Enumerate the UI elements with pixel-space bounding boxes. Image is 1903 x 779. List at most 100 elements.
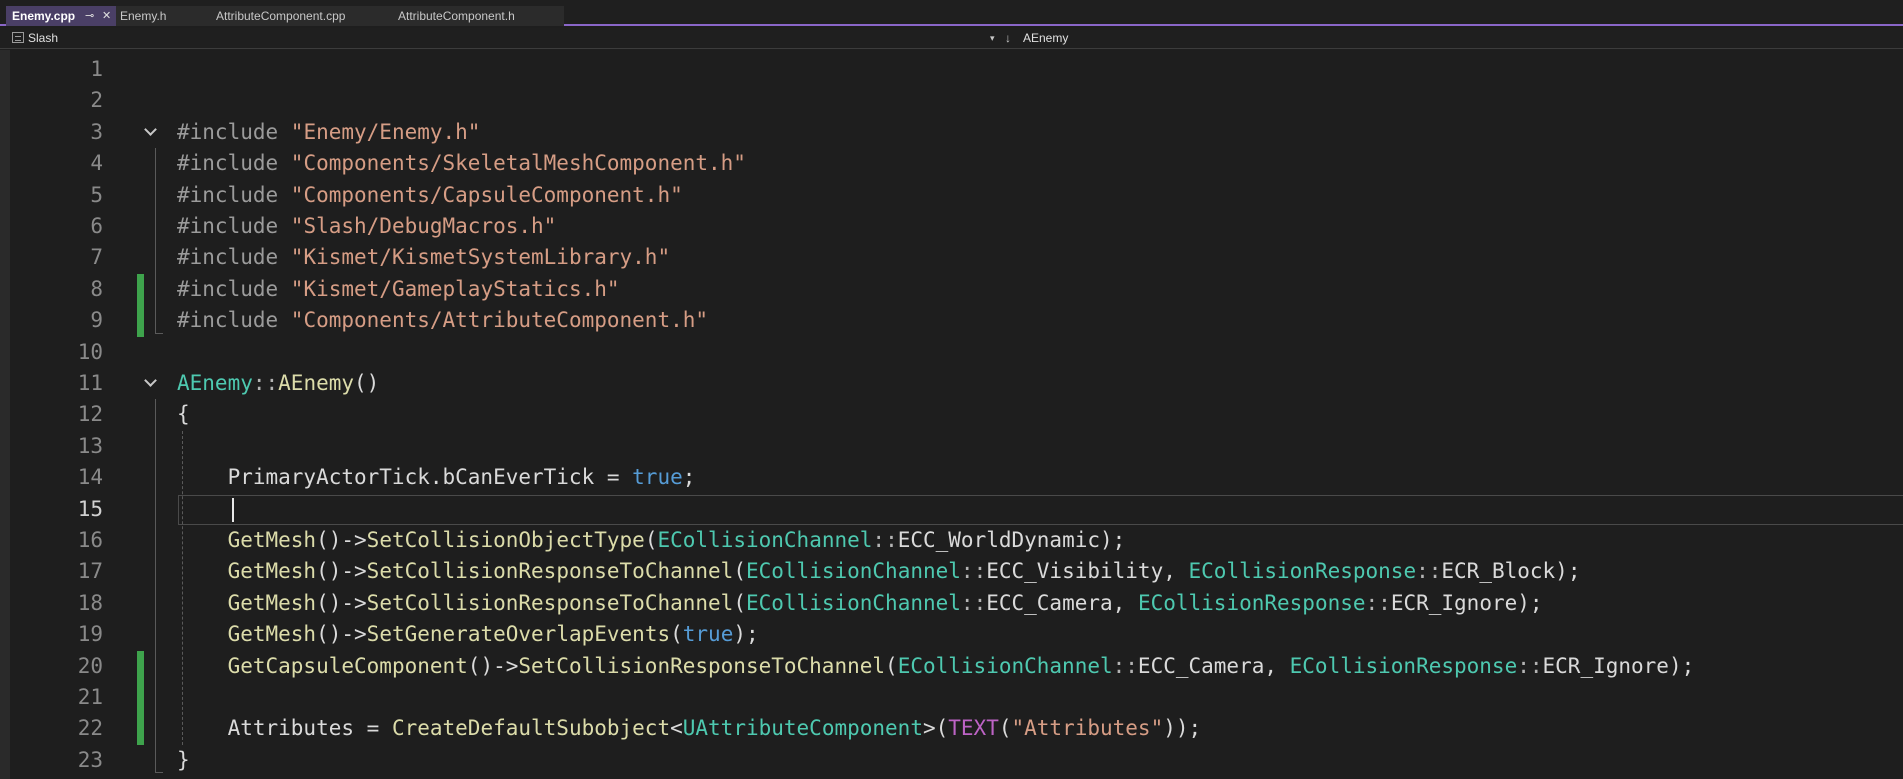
code-line[interactable]: 1 [0,54,1903,85]
code-token: SetCollisionResponseToChannel [518,653,886,678]
code-line[interactable]: 22 Attributes = CreateDefaultSubobject<U… [0,713,1903,745]
code-text: AEnemy::AEnemy() [177,368,379,399]
code-token: ECollisionResponse [1188,559,1417,584]
code-line[interactable]: 20 GetCapsuleComponent()->SetCollisionRe… [0,650,1903,682]
line-number: 19 [77,622,103,647]
code-token: true [682,622,734,647]
close-icon[interactable]: ✕ [102,6,111,26]
code-token: ()-> [316,622,367,647]
code-line[interactable]: 4 #include "Components/SkeletalMeshCompon… [0,148,1903,179]
tab-enemy-cpp[interactable]: Enemy.cpp ⊸ ✕ [6,6,116,26]
code-line[interactable]: 8 #include "Kismet/GameplayStatics.h" [0,273,1903,306]
code-line[interactable]: 11 AEnemy::AEnemy() [0,368,1903,399]
code-token: ; [682,465,696,490]
code-token: >( [922,716,949,741]
code-token: #include [177,245,291,270]
chevron-down-icon[interactable] [144,374,157,387]
line-number: 6 [90,214,103,238]
project-scope-dropdown[interactable]: Slash ▾ [8,29,998,47]
saved-change-indicator [137,305,144,337]
line-number: 17 [77,559,103,584]
code-token: ( [733,559,746,584]
code-line[interactable]: 12 { [0,399,1903,430]
code-token: SetCollisionObjectType [366,528,645,552]
code-token: "Components/CapsuleComponent.h" [290,182,683,207]
pin-icon[interactable]: ⊸ [85,6,94,26]
code-token: ECollisionChannel [897,653,1113,678]
code-line[interactable]: 14 PrimaryActorTick.bCanEverTick = true; [0,462,1903,493]
code-token: "Attributes" [1011,716,1164,741]
member-arrow-icon: ↓ [1005,31,1011,45]
line-number: 7 [90,245,103,270]
code-line[interactable]: 23} [0,745,1903,776]
code-token: "Kismet/GameplayStatics.h" [290,276,620,301]
code-line[interactable]: 7 #include "Kismet/KismetSystemLibrary.h" [0,242,1903,273]
code-editor[interactable]: 1 2 3 #include "Enemy/Enemy.h" 4 #include "Co… [0,50,1903,779]
code-token: ( [644,528,658,552]
code-token: AEnemy [278,371,355,395]
code-line[interactable]: 2 [0,85,1903,116]
line-number: 11 [77,371,103,395]
code-line[interactable]: 13 [0,431,1903,462]
code-line[interactable]: 19 GetMesh()->SetGenerateOverlapEvents(t… [0,619,1903,650]
code-text: GetMesh()->SetCollisionResponseToChannel… [177,588,1543,619]
code-line[interactable]: 16 GetMesh()->SetCollisionObjectType(ECo… [0,525,1903,556]
code-token: ECR_Ignore); [1542,653,1695,678]
code-line[interactable]: 6 #include "Slash/DebugMacros.h" [0,211,1903,242]
saved-change-indicator [137,682,144,714]
line-number: 23 [77,747,103,772]
code-token: "Components/SkeletalMeshComponent.h" [290,151,746,176]
code-line[interactable]: 5 #include "Components/CapsuleComponent.h… [0,180,1903,211]
saved-change-indicator [137,273,144,306]
code-token: ()-> [316,559,367,584]
code-text: GetMesh()->SetCollisionResponseToChannel… [177,556,1581,587]
text-caret [232,497,234,522]
code-token: AEnemy [177,371,253,395]
line-number: 1 [90,57,103,81]
member-scope-dropdown[interactable]: ↓ AEnemy [1005,29,1605,47]
tab-label: Enemy.h [120,9,167,23]
tab-attributecomponent-cpp[interactable]: AttributeComponent.cpp [212,6,394,26]
line-number: 20 [77,653,103,678]
code-token: #include [177,214,291,238]
code-line[interactable]: 17 GetMesh()->SetCollisionResponseToChan… [0,556,1903,587]
tab-attributecomponent-h[interactable]: AttributeComponent.h [394,6,564,26]
code-token: CreateDefaultSubobject [391,716,671,741]
code-token: ECC_Camera, [1137,653,1290,678]
code-line[interactable]: 9 #include "Components/AttributeComponent… [0,305,1903,337]
code-text: GetMesh()->SetGenerateOverlapEvents(true… [177,619,759,650]
code-token: "Kismet/KismetSystemLibrary.h" [290,245,671,270]
line-number: 5 [90,182,103,207]
code-token: "Enemy/Enemy.h" [290,119,481,144]
tab-enemy-h[interactable]: Enemy.h [116,6,212,26]
code-token: #include [177,308,291,333]
code-token: ECollisionResponse [1289,653,1518,678]
code-token: :: [872,528,898,552]
code-text: GetCapsuleComponent()->SetCollisionRespo… [177,651,1695,682]
code-line[interactable]: 3 #include "Enemy/Enemy.h" [0,117,1903,148]
tab-label: AttributeComponent.h [398,9,515,23]
code-token: UAttributeComponent [682,716,923,741]
code-token: GetCapsuleComponent [227,653,468,678]
code-token: :: [252,371,279,395]
chevron-down-icon[interactable] [144,122,157,136]
code-token: ()-> [316,528,367,552]
code-token: ECollisionChannel [745,559,961,584]
code-line[interactable]: 21 [0,682,1903,714]
saved-change-indicator [137,713,144,745]
code-token: ECC_WorldDynamic); [897,528,1126,552]
code-line[interactable]: 10 [0,337,1903,368]
line-number: 9 [90,308,103,333]
code-text: #include "Components/SkeletalMeshCompone… [177,148,746,179]
line-number: 12 [77,402,103,427]
code-line[interactable]: 18 GetMesh()->SetCollisionResponseToChan… [0,588,1903,619]
code-token: ()-> [467,653,519,678]
code-text: GetMesh()->SetCollisionObjectType(EColli… [177,525,1126,556]
tab-label: AttributeComponent.cpp [216,9,346,23]
code-token: ()-> [316,590,367,615]
tab-label: Enemy.cpp [12,9,76,23]
code-token: #include [177,182,291,207]
code-text: #include "Kismet/GameplayStatics.h" [177,274,620,305]
